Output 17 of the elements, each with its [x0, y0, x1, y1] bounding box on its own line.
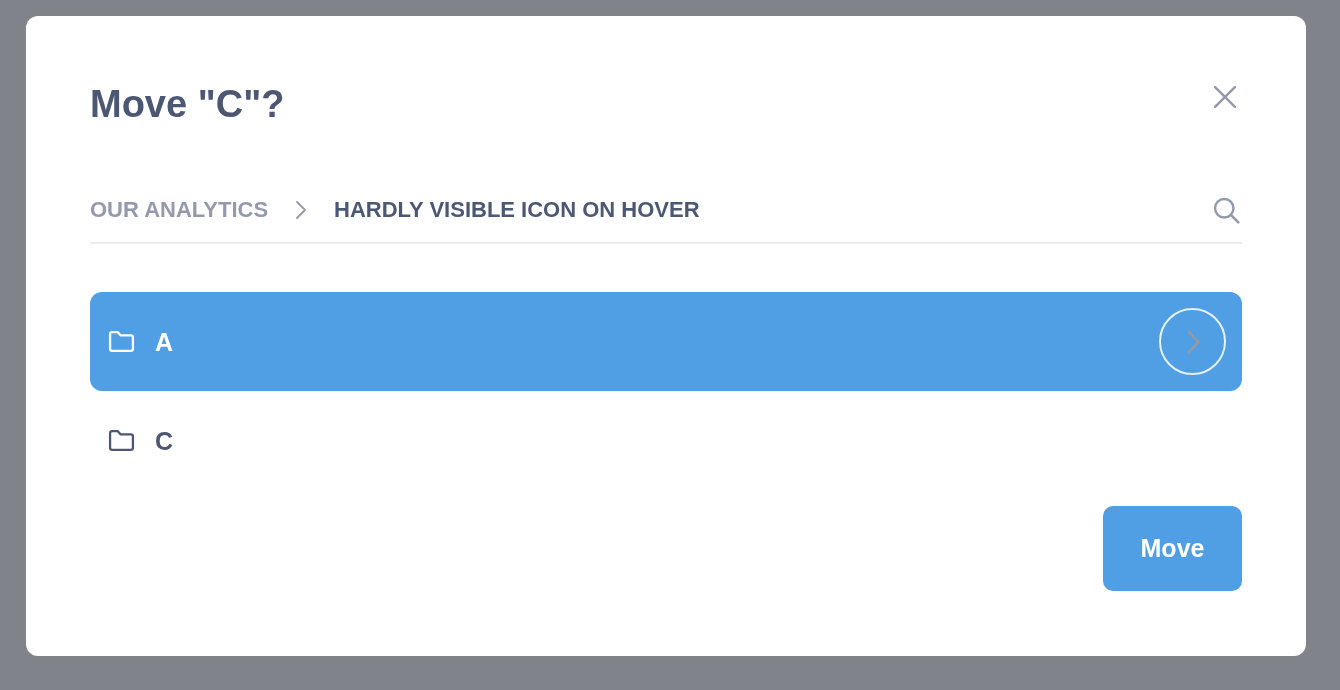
chevron-circle-button[interactable] [1159, 308, 1226, 375]
chevron-right-icon [296, 201, 307, 219]
folder-name: C [155, 425, 174, 456]
search-icon [1213, 196, 1240, 224]
folder-icon [108, 330, 135, 353]
move-button[interactable]: Move [1103, 506, 1242, 591]
folder-name: A [155, 326, 174, 357]
close-button[interactable] [1214, 86, 1236, 108]
dialog-title: Move "C"? [90, 82, 285, 127]
folder-icon [108, 429, 135, 452]
folder-row[interactable]: C [90, 391, 1242, 490]
search-button[interactable] [1213, 196, 1240, 224]
chevron-right-icon [1187, 329, 1200, 354]
folder-row[interactable]: A [90, 292, 1242, 391]
breadcrumb-link[interactable]: HARDLY VISIBLE ICON ON HOVER [334, 197, 700, 223]
breadcrumb-link[interactable]: OUR ANALYTICS [90, 197, 269, 223]
close-icon [1214, 86, 1236, 108]
